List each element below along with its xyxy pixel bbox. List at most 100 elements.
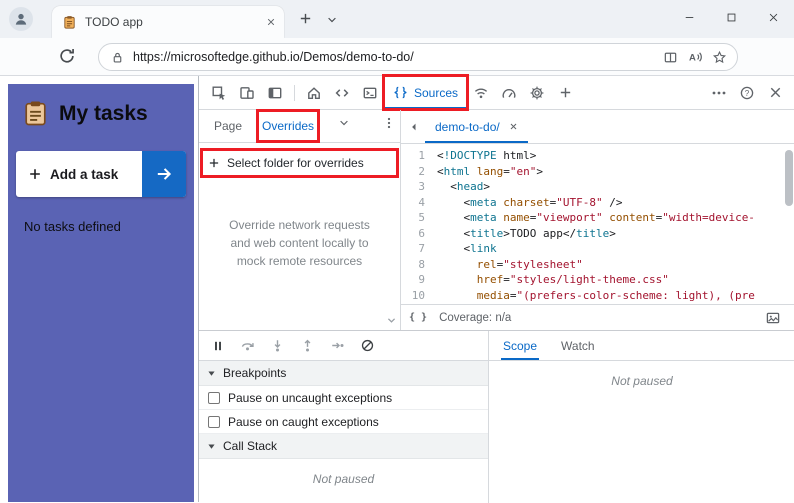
submit-task-button[interactable] [142,151,186,197]
gear-icon[interactable] [523,80,551,106]
file-tab-demo-to-do[interactable]: demo-to-do/ [425,110,528,143]
toolbar-divider [294,84,295,101]
code-gutter[interactable]: 1 2 3 4 5 6 7 8 9 10 [401,144,431,304]
tab-title: TODO app [85,15,143,29]
tab-close-icon[interactable] [266,17,276,27]
step-over-icon[interactable] [240,338,255,353]
editor-scrollbar-thumb[interactable] [785,150,793,206]
more-options-icon[interactable] [705,80,733,106]
scroll-down-icon[interactable] [386,315,397,326]
lock-icon[interactable] [111,51,124,64]
navigator-toggle-icon[interactable] [403,114,425,140]
select-folder-button[interactable]: Select folder for overrides [200,148,399,178]
call-stack-section-header[interactable]: Call Stack [199,434,488,459]
tab-overrides[interactable]: Overrides [256,109,321,143]
url-text[interactable]: https://microsoftedge.github.io/Demos/de… [133,50,654,64]
pause-uncaught-row: Pause on uncaught exceptions [199,386,488,410]
minimize-button[interactable] [668,0,710,34]
debugger-toolbar [199,331,488,361]
address-bar[interactable]: https://microsoftedge.github.io/Demos/de… [98,43,738,71]
pause-icon[interactable] [211,339,225,353]
close-devtools-icon[interactable] [761,80,789,106]
performance-icon[interactable] [495,80,523,106]
editor-tab-bar: demo-to-do/ [401,110,794,144]
pause-caught-row: Pause on caught exceptions [199,410,488,434]
step-into-icon[interactable] [270,338,285,353]
split-screen-icon[interactable] [663,50,678,65]
arrow-right-icon [155,165,173,183]
pretty-print-icon[interactable]: { } [409,312,427,323]
add-task-button[interactable]: Add a task [16,151,186,197]
browser-tab[interactable]: TODO app [52,6,284,38]
devtools-activity-bar: Sources ? [199,74,794,111]
title-bar: TODO app [0,0,794,38]
file-tab-label: demo-to-do/ [435,119,500,134]
person-icon [13,11,29,27]
network-icon[interactable] [467,80,495,106]
scope-tab-bar: Scope Watch [489,331,794,361]
favicon-notepad-icon [62,15,77,30]
refresh-icon[interactable] [58,47,76,65]
svg-text:?: ? [745,89,750,98]
sources-navigator-pane: Page Overrides Select folder for overrid… [199,109,401,330]
image-icon[interactable] [759,305,787,331]
favorites-star-icon[interactable] [712,50,727,65]
plus-icon [208,157,220,169]
dock-side-icon[interactable] [261,80,289,106]
debugger-right-pane: Scope Watch Not paused [489,331,794,503]
step-out-icon[interactable] [300,338,315,353]
tab-page[interactable]: Page [209,110,247,142]
add-task-label: Add a task [50,166,119,182]
close-window-button[interactable] [752,0,794,34]
chevron-down-icon[interactable] [333,110,355,136]
code-editor[interactable]: 1 2 3 4 5 6 7 8 9 10 <!DOCTYPE html> <html lang="e… [401,144,794,304]
triangle-down-icon [207,442,216,451]
breakpoints-section-header[interactable]: Breakpoints [199,361,488,386]
device-emulation-icon[interactable] [233,80,261,106]
navigator-tab-bar: Page Overrides [199,109,400,143]
sources-tab-label: Sources [414,85,459,100]
notepad-icon [22,100,49,127]
tab-watch[interactable]: Watch [559,331,597,360]
add-tools-plus-icon[interactable] [551,80,579,106]
deactivate-breakpoints-icon[interactable] [360,338,375,353]
code-lines[interactable]: <!DOCTYPE html> <html lang="en"> <head> <… [431,144,794,304]
maximize-button[interactable] [710,0,752,34]
overrides-empty-text: Override network requests and web conten… [229,218,370,268]
inspect-icon[interactable] [205,80,233,106]
console-icon[interactable] [356,80,384,106]
new-tab-button[interactable] [298,11,313,26]
pause-uncaught-label: Pause on uncaught exceptions [228,390,393,405]
tasks-sidebar: My tasks Add a task No tasks defined [8,84,194,502]
editor-status-bar: { } Coverage: n/a [401,304,794,330]
tab-scope[interactable]: Scope [501,331,539,360]
step-icon[interactable] [330,338,345,353]
file-tab-close-icon[interactable] [509,122,518,131]
svg-text:A: A [689,53,696,64]
pause-uncaught-checkbox[interactable] [208,391,220,404]
window-content: My tasks Add a task No tasks defined Sou… [0,74,794,503]
profile-button[interactable] [9,7,33,31]
call-stack-status: Not paused [312,472,375,486]
tab-sources[interactable]: Sources [381,74,470,111]
coverage-status: Coverage: n/a [439,311,512,324]
pause-caught-label: Pause on caught exceptions [228,414,379,429]
sources-icon [393,85,408,100]
page-title: My tasks [59,101,148,125]
elements-code-icon[interactable] [328,80,356,106]
pause-caught-checkbox[interactable] [208,415,220,428]
scope-status: Not paused [611,374,673,388]
sidebar-header: My tasks [8,84,194,127]
read-aloud-icon[interactable]: A [687,49,703,65]
sources-editor-pane: demo-to-do/ 1 2 3 4 5 6 7 8 9 10 <!DOCTYPE html> <… [401,110,794,330]
page-viewport: My tasks Add a task No tasks defined [0,76,198,502]
plus-icon [28,167,42,181]
help-icon[interactable]: ? [733,80,761,106]
debugger-sidebar: Breakpoints Pause on uncaught exceptions… [199,330,794,503]
home-icon[interactable] [300,80,328,106]
empty-tasks-message: No tasks defined [24,219,121,234]
select-folder-label: Select folder for overrides [227,156,364,170]
kebab-menu-icon[interactable] [378,110,400,136]
tab-list-chevron-icon[interactable] [326,14,338,26]
window-controls [668,0,794,38]
